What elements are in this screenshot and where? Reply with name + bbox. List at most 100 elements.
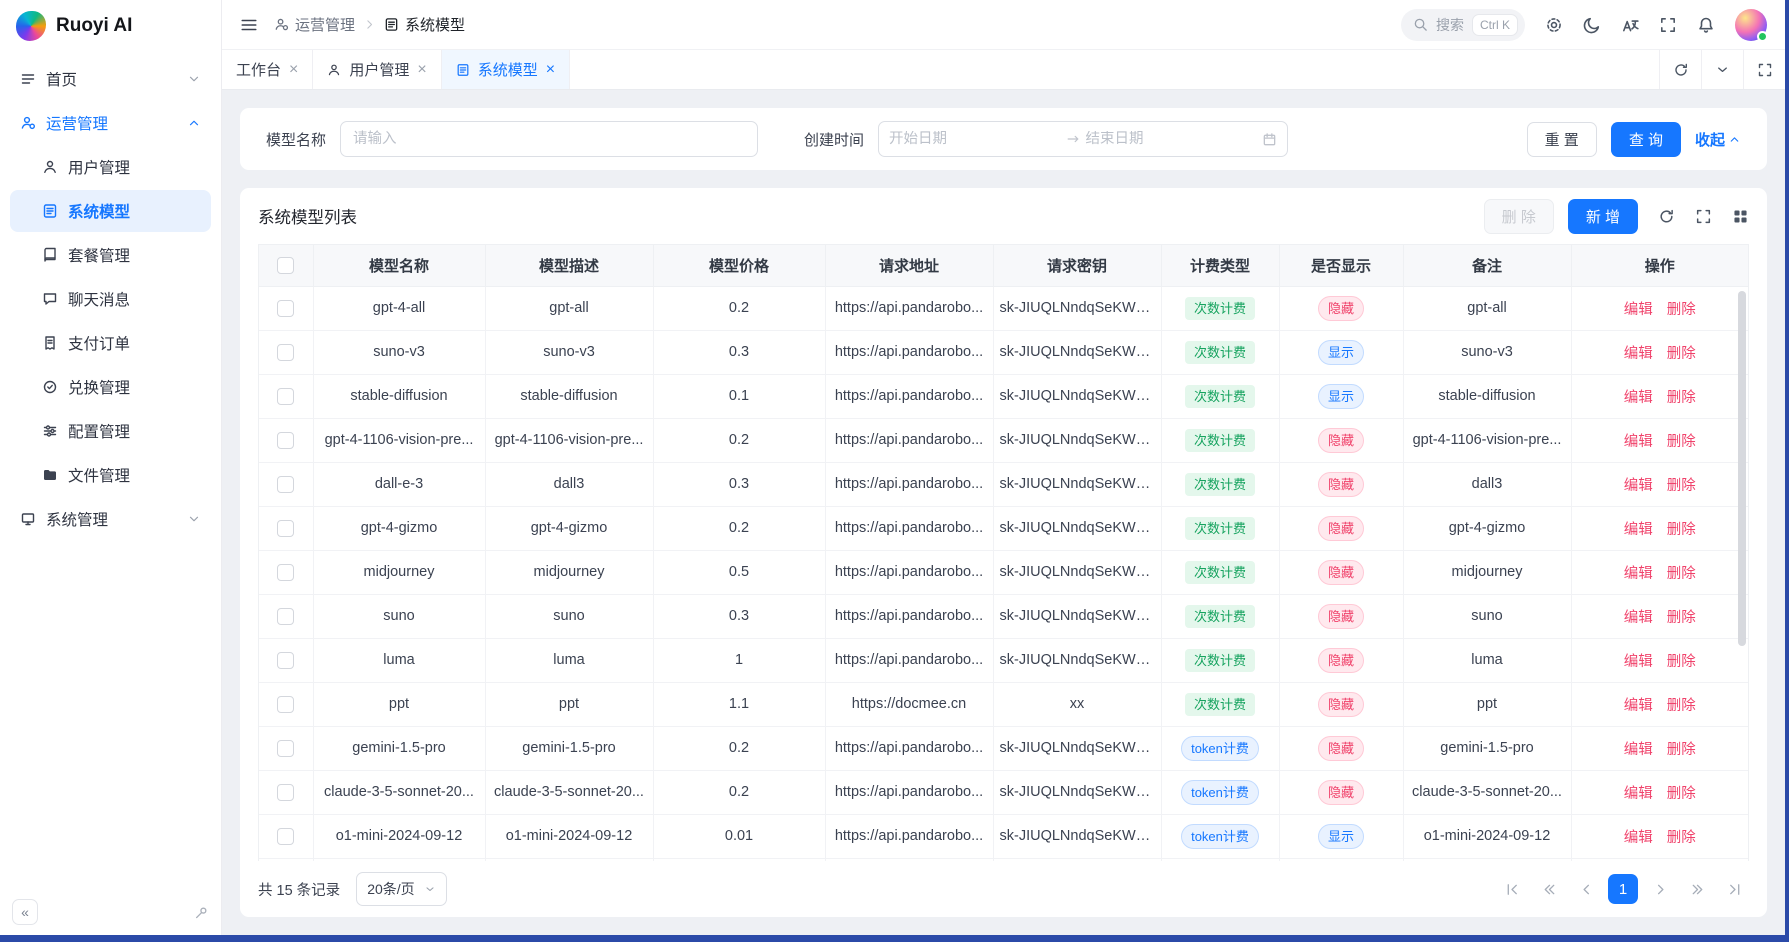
row-checkbox[interactable]: [277, 696, 294, 713]
fullscreen-icon[interactable]: [1659, 16, 1677, 34]
settings-gear-icon[interactable]: [1545, 16, 1563, 34]
first-page-button[interactable]: [1497, 874, 1527, 904]
delete-link[interactable]: 删除: [1667, 698, 1696, 714]
delete-link[interactable]: 删除: [1667, 786, 1696, 802]
delete-link[interactable]: 删除: [1667, 478, 1696, 494]
delete-link[interactable]: 删除: [1667, 522, 1696, 538]
collapse-filter-link[interactable]: 收起: [1695, 129, 1741, 150]
sidebar-item-exchange-mgmt[interactable]: 兑换管理: [10, 366, 211, 408]
close-icon[interactable]: ×: [546, 62, 555, 78]
start-date-input[interactable]: [889, 131, 1060, 147]
close-icon[interactable]: ×: [417, 62, 426, 78]
sidebar-item-config-mgmt[interactable]: 配置管理: [10, 410, 211, 452]
notifications-bell-icon[interactable]: [1697, 16, 1715, 34]
next-page-button[interactable]: [1645, 874, 1675, 904]
model-name-input[interactable]: [340, 121, 758, 157]
row-checkbox[interactable]: [277, 608, 294, 625]
jump-forward-button[interactable]: [1682, 874, 1712, 904]
edit-link[interactable]: 编辑: [1624, 786, 1653, 802]
menu-toggle-button[interactable]: [240, 16, 258, 34]
delete-link[interactable]: 删除: [1667, 830, 1696, 846]
tab-user-mgmt[interactable]: 用户管理 ×: [313, 50, 441, 89]
chevron-down-icon[interactable]: [1701, 50, 1743, 89]
sidebar-item-home[interactable]: 首页: [10, 58, 211, 100]
delete-link[interactable]: 删除: [1667, 610, 1696, 626]
edit-link[interactable]: 编辑: [1624, 654, 1653, 670]
language-translate-icon[interactable]: [1621, 16, 1639, 34]
edit-link[interactable]: 编辑: [1624, 390, 1653, 406]
batch-delete-button[interactable]: 删 除: [1484, 199, 1554, 234]
cell-model-name: gemini-1.5-pro: [313, 726, 485, 770]
row-checkbox[interactable]: [277, 476, 294, 493]
edit-link[interactable]: 编辑: [1624, 478, 1653, 494]
edit-link[interactable]: 编辑: [1624, 698, 1653, 714]
breadcrumb-item-operations[interactable]: 运营管理: [274, 14, 355, 35]
edit-link[interactable]: 编辑: [1624, 610, 1653, 626]
expand-icon[interactable]: [1695, 208, 1712, 225]
page-size-select[interactable]: 20条/页: [356, 872, 446, 906]
sidebar-item-user-mgmt[interactable]: 用户管理: [10, 146, 211, 188]
edit-link[interactable]: 编辑: [1624, 742, 1653, 758]
tab-workbench[interactable]: 工作台 ×: [222, 50, 313, 89]
end-date-input[interactable]: [1086, 131, 1257, 147]
table-vertical-scrollbar[interactable]: [1738, 291, 1746, 646]
close-icon[interactable]: ×: [289, 62, 298, 78]
cell-model-name: suno: [313, 594, 485, 638]
row-checkbox[interactable]: [277, 784, 294, 801]
delete-link[interactable]: 删除: [1667, 390, 1696, 406]
sidebar-item-payment-orders[interactable]: 支付订单: [10, 322, 211, 364]
calendar-icon[interactable]: [1262, 132, 1277, 147]
sidebar-item-file-mgmt[interactable]: 文件管理: [10, 454, 211, 496]
edit-link[interactable]: 编辑: [1624, 566, 1653, 582]
delete-link[interactable]: 删除: [1667, 346, 1696, 362]
pin-icon[interactable]: [194, 905, 209, 920]
refresh-icon[interactable]: [1659, 50, 1701, 89]
edit-link[interactable]: 编辑: [1624, 830, 1653, 846]
jump-back-button[interactable]: [1534, 874, 1564, 904]
select-all-checkbox[interactable]: [277, 257, 294, 274]
row-checkbox[interactable]: [277, 344, 294, 361]
row-checkbox[interactable]: [277, 520, 294, 537]
delete-link[interactable]: 删除: [1667, 566, 1696, 582]
search-icon: [1413, 17, 1428, 32]
row-checkbox[interactable]: [277, 740, 294, 757]
query-button[interactable]: 查 询: [1611, 122, 1681, 157]
reset-button[interactable]: 重 置: [1527, 122, 1597, 157]
prev-page-button[interactable]: [1571, 874, 1601, 904]
cell-request-url: https://api.pandarobo...: [825, 638, 993, 682]
row-checkbox[interactable]: [277, 564, 294, 581]
maximize-icon[interactable]: [1743, 50, 1785, 89]
delete-link[interactable]: 删除: [1667, 654, 1696, 670]
sidebar-item-operations[interactable]: 运营管理: [10, 102, 211, 144]
sidebar-item-package-mgmt[interactable]: 套餐管理: [10, 234, 211, 276]
create-time-range-picker[interactable]: [878, 121, 1288, 157]
tab-system-model[interactable]: 系统模型 ×: [442, 50, 570, 89]
refresh-icon[interactable]: [1658, 208, 1675, 225]
row-checkbox[interactable]: [277, 432, 294, 449]
user-avatar[interactable]: [1735, 9, 1767, 41]
delete-link[interactable]: 删除: [1667, 434, 1696, 450]
row-checkbox[interactable]: [277, 828, 294, 845]
dark-mode-moon-icon[interactable]: [1583, 16, 1601, 34]
edit-link[interactable]: 编辑: [1624, 434, 1653, 450]
row-checkbox[interactable]: [277, 388, 294, 405]
sidebar-collapse-button[interactable]: «: [12, 899, 38, 925]
edit-link[interactable]: 编辑: [1624, 302, 1653, 318]
delete-link[interactable]: 删除: [1667, 302, 1696, 318]
logo[interactable]: Ruoyi AI: [0, 0, 221, 52]
row-checkbox[interactable]: [277, 300, 294, 317]
global-search[interactable]: 搜索 Ctrl K: [1401, 9, 1525, 41]
row-checkbox[interactable]: [277, 652, 294, 669]
last-page-button[interactable]: [1719, 874, 1749, 904]
column-settings-icon[interactable]: [1732, 208, 1749, 225]
edit-link[interactable]: 编辑: [1624, 346, 1653, 362]
sidebar-item-system-mgmt[interactable]: 系统管理: [10, 498, 211, 540]
sidebar-item-chat-messages[interactable]: 聊天消息: [10, 278, 211, 320]
breadcrumb-item-system-model[interactable]: 系统模型: [384, 14, 465, 35]
delete-link[interactable]: 删除: [1667, 742, 1696, 758]
sidebar-item-label: 配置管理: [68, 420, 130, 442]
add-button[interactable]: 新 增: [1568, 199, 1638, 234]
current-page-button[interactable]: 1: [1608, 874, 1638, 904]
edit-link[interactable]: 编辑: [1624, 522, 1653, 538]
sidebar-item-system-model[interactable]: 系统模型: [10, 190, 211, 232]
